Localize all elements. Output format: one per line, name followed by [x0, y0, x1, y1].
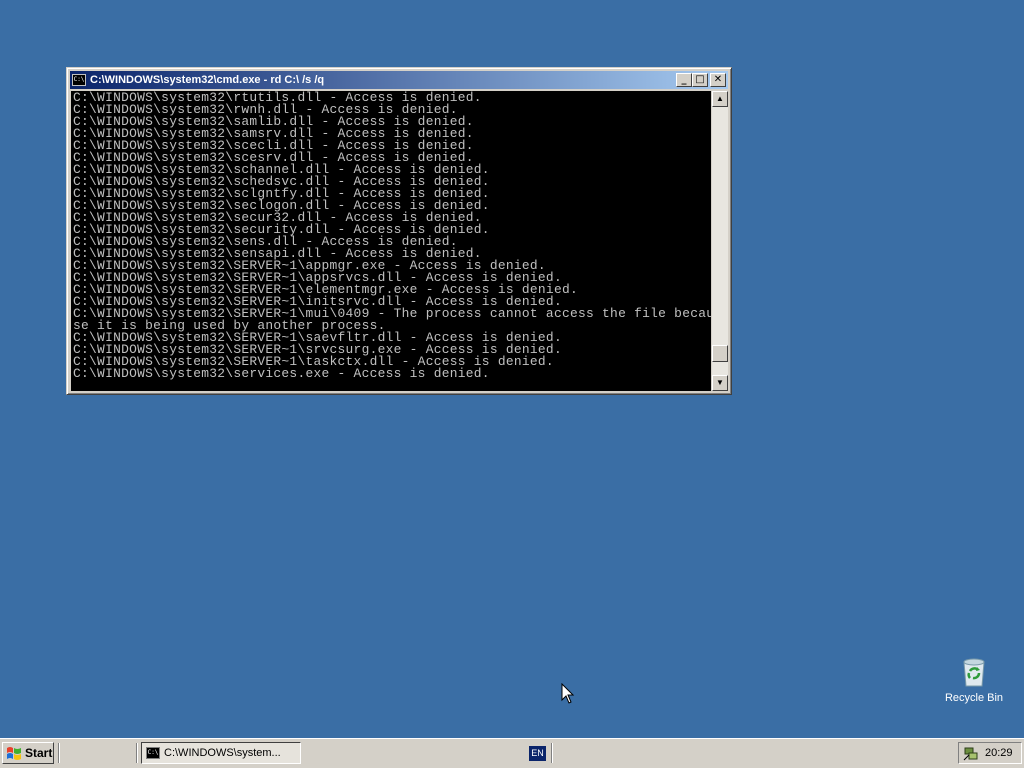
vertical-scrollbar[interactable]: ▲ ▼	[712, 91, 728, 391]
console-text: C:\WINDOWS\system32\rtutils.dll - Access…	[71, 91, 711, 380]
cmd-icon: C:\	[146, 747, 160, 759]
recycle-bin-label: Recycle Bin	[944, 692, 1004, 704]
recycle-bin[interactable]: Recycle Bin	[940, 656, 1008, 704]
taskbar-separator	[58, 743, 60, 763]
taskbar-button-cmd[interactable]: C:\ C:\WINDOWS\system...	[141, 742, 301, 764]
console-line: C:\WINDOWS\system32\services.exe - Acces…	[73, 366, 490, 381]
scroll-down-button[interactable]: ▼	[712, 375, 728, 391]
start-button[interactable]: Start	[2, 742, 54, 764]
clock[interactable]: 20:29	[985, 747, 1013, 759]
start-label: Start	[25, 746, 53, 760]
taskbar-button-label: C:\WINDOWS\system...	[164, 747, 281, 759]
language-indicator[interactable]: EN	[529, 746, 546, 761]
scroll-up-button[interactable]: ▲	[712, 91, 728, 107]
window-title: C:\WINDOWS\system32\cmd.exe - rd C:\ /s …	[90, 74, 325, 86]
scroll-thumb[interactable]	[712, 345, 728, 363]
system-tray: 20:29	[958, 742, 1022, 764]
taskbar-separator	[551, 743, 553, 763]
cmd-icon[interactable]: C:\	[72, 74, 86, 86]
cmd-window[interactable]: C:\ C:\WINDOWS\system32\cmd.exe - rd C:\…	[66, 67, 732, 395]
maximize-button[interactable]: □	[692, 73, 708, 87]
mouse-cursor-icon	[561, 683, 575, 704]
close-button[interactable]: ✕	[710, 73, 726, 87]
network-icon[interactable]	[963, 745, 979, 761]
taskbar: Start C:\ C:\WINDOWS\system... EN 20:29	[0, 738, 1024, 768]
window-titlebar[interactable]: C:\ C:\WINDOWS\system32\cmd.exe - rd C:\…	[70, 71, 728, 89]
recycle-bin-icon	[963, 658, 985, 687]
minimize-button[interactable]: _	[676, 73, 692, 87]
windows-flag-icon	[7, 747, 21, 760]
console-output[interactable]: C:\WINDOWS\system32\rtutils.dll - Access…	[71, 91, 711, 391]
taskbar-separator	[136, 743, 138, 763]
